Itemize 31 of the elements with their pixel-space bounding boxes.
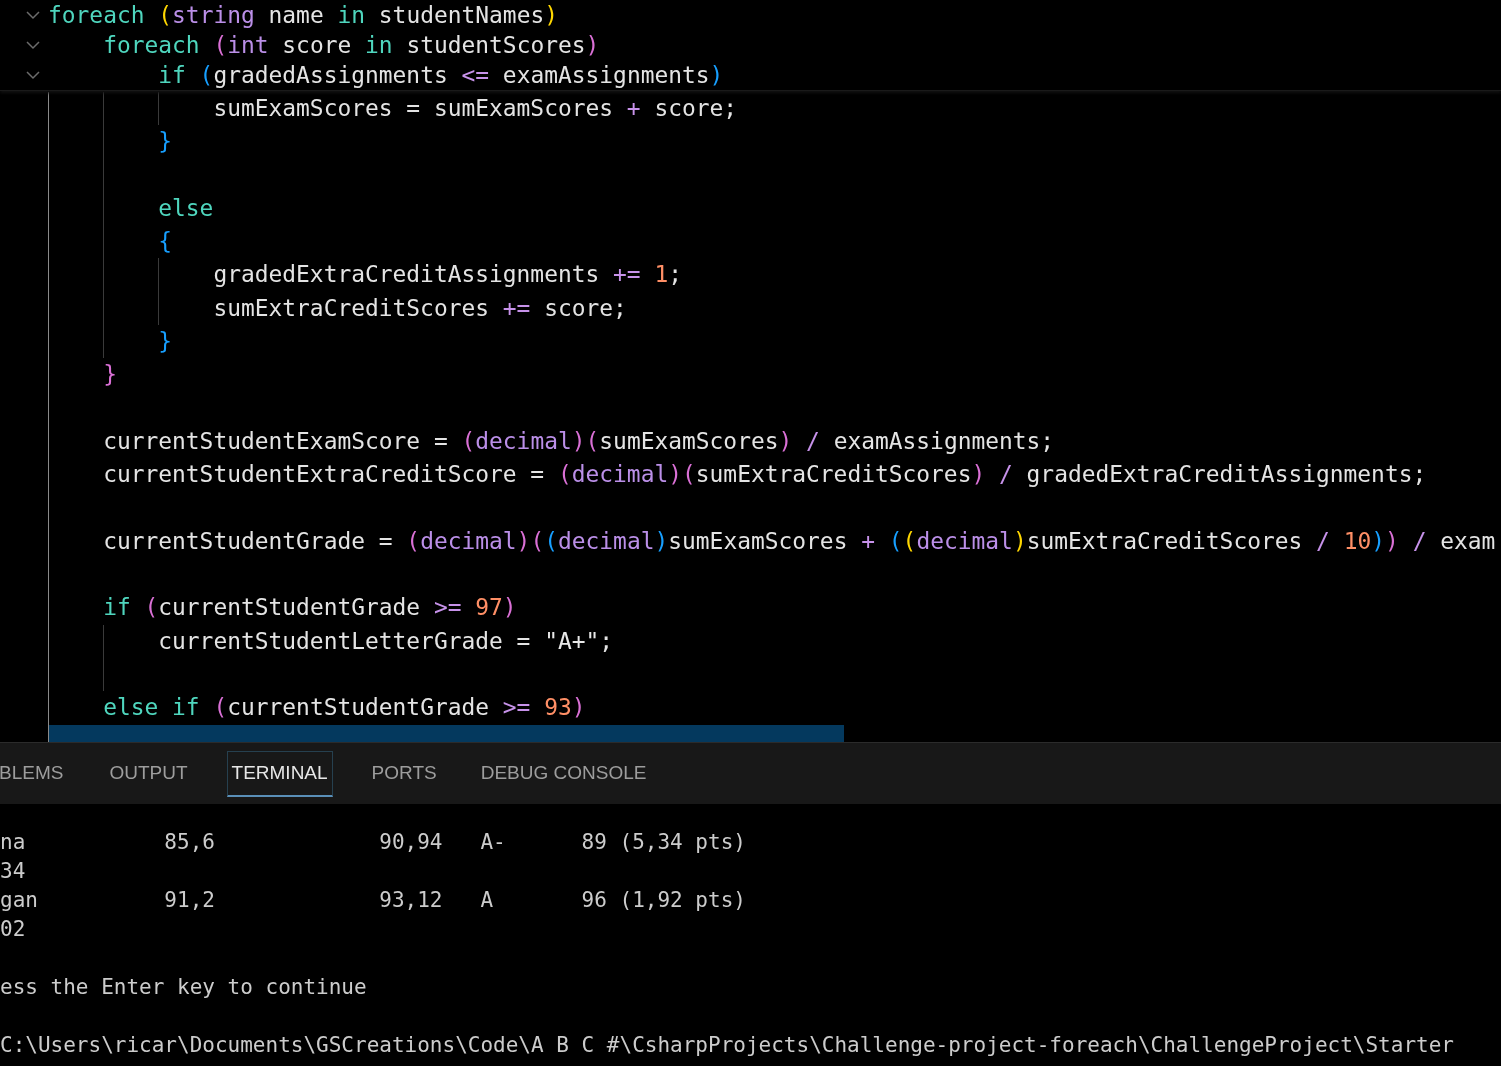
code-line: currentStudentExamScore = (decimal)(sumExamScores) / examAssignments;: [102, 427, 1055, 454]
terminal-line: ess the Enter key to continue: [0, 974, 368, 1001]
code-line: else: [157, 194, 214, 221]
terminal-line: na 85,6 90,94 A- 89 (5,34 pts): [0, 829, 747, 856]
code-line: currentStudentLetterGrade = "A+";: [157, 627, 614, 654]
panel-tab[interactable]: PORTS: [366, 750, 442, 797]
code-line: gradedExtraCreditAssignments += 1;: [212, 261, 682, 288]
sticky-code-line[interactable]: if (gradedAssignments <= examAssignments): [48, 62, 724, 88]
sticky-code-line[interactable]: foreach (string name in studentNames): [48, 2, 558, 28]
code-line: currentStudentExtraCreditScore = (decimal)(sumExtraCreditScores) / gradedExtraCreditAssignments;: [102, 461, 1427, 488]
chevron-icon[interactable]: [25, 40, 41, 50]
code-line: {: [157, 228, 173, 255]
sticky-code-line[interactable]: foreach (int score in studentScores): [48, 32, 600, 58]
code-line: if (currentStudentGrade >= 97): [102, 594, 517, 621]
terminal-line: 02: [0, 916, 27, 943]
terminal-line: C:\Users\ricar\Documents\GSCreations\Code\A B C #\CsharpProjects\Challenge-project-foreach\ChallengeProject\Starter: [0, 1032, 1455, 1059]
code-line: sumExamScores = sumExamScores + score;: [212, 95, 738, 121]
panel-tab[interactable]: OUTPUT: [104, 750, 193, 797]
chevron-icon[interactable]: [25, 70, 41, 80]
code-line: else if (currentStudentGrade >= 93): [102, 694, 586, 721]
panel-tab[interactable]: DEBUG CONSOLE: [475, 750, 652, 797]
terminal-line: 34: [0, 858, 27, 885]
code-line: }: [157, 328, 173, 355]
chevron-icon[interactable]: [25, 10, 41, 20]
code-line: currentStudentGrade = (decimal)((decimal)sumExamScores + ((decimal)sumExtraCreditScores / 10)) / exam: [102, 527, 1496, 554]
panel-tab[interactable]: BLEMS: [0, 750, 69, 797]
panel-tab[interactable]: TERMINAL: [226, 750, 333, 797]
terminal-line: gan 91,2 93,12 A 96 (1,92 pts): [0, 887, 747, 914]
code-line: }: [157, 128, 173, 155]
code-line: sumExtraCreditScores += score;: [212, 294, 627, 321]
code-line: }: [102, 361, 117, 388]
